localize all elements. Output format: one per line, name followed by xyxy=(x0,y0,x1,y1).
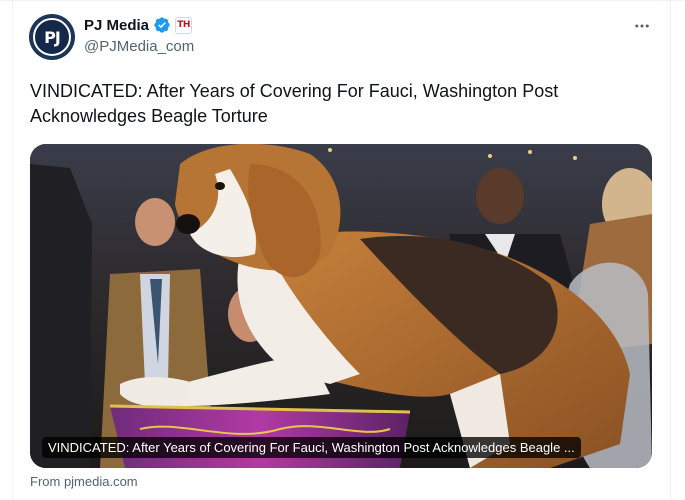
verified-icon[interactable] xyxy=(153,16,171,34)
tweet-text: VINDICATED: After Years of Covering For … xyxy=(30,81,559,126)
divider-right xyxy=(670,0,671,500)
affiliate-badge[interactable]: TH xyxy=(175,16,193,34)
avatar-logo: PJ xyxy=(33,18,71,56)
tweet-container: PJ PJ Media TH @PJMedia_com VINDICATED: … xyxy=(0,0,685,500)
divider-top xyxy=(0,0,685,1)
card-title-overlay[interactable]: VINDICATED: After Years of Covering For … xyxy=(42,437,581,458)
card-image xyxy=(30,144,652,468)
author-handle[interactable]: @PJMedia_com xyxy=(84,38,194,55)
divider-left xyxy=(12,0,13,500)
avatar[interactable]: PJ xyxy=(29,14,75,60)
author-name-row: PJ Media TH xyxy=(84,15,193,35)
link-card[interactable]: VINDICATED: After Years of Covering For … xyxy=(30,144,652,468)
more-options-icon xyxy=(635,24,649,28)
card-source[interactable]: From pjmedia.com xyxy=(30,474,138,489)
author-display-name[interactable]: PJ Media xyxy=(84,17,149,34)
more-options-button[interactable] xyxy=(630,14,654,38)
